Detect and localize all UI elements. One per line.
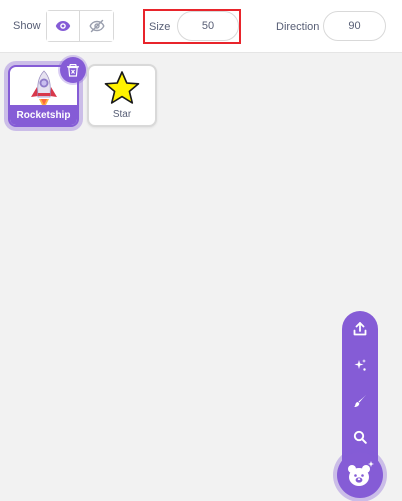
trash-icon	[67, 63, 79, 77]
show-label: Show	[13, 20, 41, 32]
sprite-name: Star	[112, 109, 132, 120]
delete-sprite-button[interactable]	[60, 57, 86, 83]
upload-sprite-button[interactable]	[342, 311, 378, 347]
hide-sprite-button[interactable]	[80, 11, 113, 41]
surprise-sprite-button[interactable]	[342, 347, 378, 383]
choose-sprite-button[interactable]	[337, 452, 383, 498]
size-label: Size	[149, 21, 171, 33]
direction-input[interactable]	[323, 11, 386, 41]
bear-icon	[348, 461, 374, 486]
paint-icon	[354, 395, 366, 408]
eye-icon	[55, 21, 71, 31]
show-sprite-button[interactable]	[47, 11, 81, 41]
size-input[interactable]	[177, 11, 239, 41]
eye-slash-icon	[88, 19, 105, 33]
paint-sprite-button[interactable]	[342, 383, 378, 419]
add-sprite-menu	[342, 311, 378, 461]
search-icon	[353, 430, 367, 444]
star-icon	[104, 71, 140, 104]
sprite-info-bar: Show Size Direction	[0, 0, 402, 53]
sprite-thumbnail	[89, 68, 155, 108]
surprise-icon	[354, 359, 366, 371]
upload-icon	[353, 322, 367, 336]
sprite-name: Rocketship	[10, 105, 77, 125]
rocketship-icon	[30, 70, 57, 109]
sprite-tile-star[interactable]: Star	[87, 64, 157, 127]
search-sprite-button[interactable]	[342, 419, 378, 455]
visibility-toggle-group	[46, 10, 114, 42]
direction-label: Direction	[276, 21, 320, 33]
